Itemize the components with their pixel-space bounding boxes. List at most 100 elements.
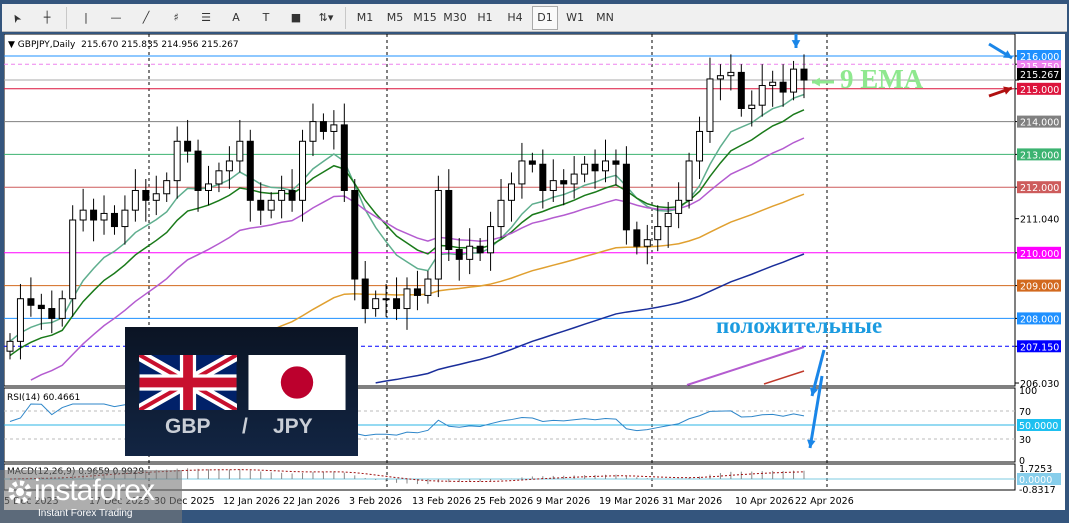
candle	[466, 228, 474, 275]
fibo-levels-icon[interactable]: ☰	[193, 6, 219, 30]
blue-down-arrow-icon-head	[791, 40, 801, 48]
timeframe-m15[interactable]: M15	[412, 6, 438, 30]
timeframe-mn[interactable]: MN	[592, 6, 618, 30]
candle	[675, 182, 683, 229]
candle	[246, 129, 254, 222]
candle	[309, 103, 317, 157]
collapse-triangle-icon[interactable]: ▼	[8, 40, 15, 50]
candle	[173, 126, 181, 199]
price-axis-label: 208.000	[1020, 314, 1059, 325]
candle	[528, 152, 536, 173]
candle-body	[163, 180, 171, 195]
candle	[758, 64, 766, 117]
rsi-axis-label: 50.0000	[1019, 421, 1058, 432]
vertical-line-icon[interactable]: |	[73, 6, 99, 30]
timeframe-h1[interactable]: H1	[472, 6, 498, 30]
candle-body	[393, 298, 401, 310]
date-axis-label: 22 Apr 2026	[795, 496, 854, 507]
fibonacci-icon[interactable]: ♯	[163, 6, 189, 30]
candle-body	[330, 124, 338, 132]
candle-body	[706, 78, 714, 132]
candle-body	[602, 160, 609, 172]
gbpjpy-flags-banner: GBP / JPY	[125, 327, 358, 456]
open-value: 215.670	[81, 40, 119, 50]
candle	[685, 152, 693, 209]
candle	[267, 192, 275, 219]
date-axis-label: 10 Apr 2026	[735, 496, 794, 507]
candle	[633, 221, 641, 255]
candle	[393, 277, 401, 321]
candle-body	[58, 298, 66, 319]
candle-body	[267, 199, 275, 211]
candle-body	[278, 189, 286, 201]
timeframe-m30[interactable]: M30	[442, 6, 468, 30]
candle	[654, 205, 662, 252]
date-axis-label: 19 Mar 2026	[599, 496, 659, 507]
candle	[570, 156, 578, 199]
crosshair-icon[interactable]: ┼	[34, 6, 60, 30]
cursor-icon[interactable]: ➤	[0, 0, 34, 35]
timeframe-d1[interactable]: D1	[532, 5, 558, 30]
candle-body	[69, 219, 77, 300]
candle	[299, 129, 307, 222]
candle-body	[434, 189, 442, 280]
macd-axis-label: -0.8317	[1019, 485, 1056, 496]
candle	[413, 270, 421, 311]
rsi-title: RSI(14) 60.4661	[7, 393, 80, 403]
candle-body	[497, 199, 505, 228]
candle-body	[591, 163, 599, 172]
chart-header: ▼ GBPJPY,Daily 215.670 215.835 214.956 2…	[8, 40, 239, 50]
candle	[194, 139, 202, 212]
candle	[257, 182, 265, 225]
candle	[361, 261, 369, 324]
candle	[716, 64, 724, 101]
candle-body	[257, 199, 265, 211]
candle-body	[246, 140, 254, 201]
drawn-violet-line	[686, 346, 805, 386]
candle	[622, 146, 630, 245]
candle	[581, 156, 589, 183]
rsi-down-arrow2-icon	[808, 375, 824, 449]
drawn-red-line	[763, 370, 805, 385]
candle-body	[205, 183, 212, 191]
candle-body	[424, 278, 432, 296]
candle	[779, 64, 787, 107]
candle-body	[403, 288, 411, 310]
candle	[330, 110, 338, 150]
candle-body	[16, 298, 24, 342]
candle-body	[110, 212, 118, 228]
candle	[445, 169, 453, 261]
candle	[800, 54, 808, 99]
candle	[549, 159, 557, 202]
horizontal-line-icon[interactable]: —	[103, 6, 129, 30]
candle-body	[413, 288, 421, 296]
candle-body	[758, 85, 766, 106]
candle	[16, 283, 24, 360]
ema-pointer-arrow-icon-head	[812, 77, 820, 87]
logo-brand: instaforex	[34, 474, 155, 507]
timeframe-w1[interactable]: W1	[562, 6, 588, 30]
candle	[288, 169, 296, 212]
candle-body	[539, 163, 547, 191]
candle-body	[622, 163, 630, 231]
candle-body	[184, 140, 192, 152]
rectangle-icon[interactable]: ■	[283, 6, 309, 30]
timeframe-m1[interactable]: M1	[352, 6, 378, 30]
price-axis-label: 212.000	[1020, 183, 1059, 194]
candle	[706, 57, 714, 143]
timeframe-h4[interactable]: H4	[502, 6, 528, 30]
text-icon[interactable]: A	[223, 6, 249, 30]
candle	[434, 175, 442, 298]
trendline-icon[interactable]: ╱	[133, 6, 159, 30]
candle-body	[800, 68, 808, 81]
text-label-icon[interactable]: T	[253, 6, 279, 30]
candles	[6, 54, 808, 360]
arrows-icon[interactable]: ⇅▾	[313, 6, 339, 30]
candle-body	[27, 298, 35, 306]
candle	[142, 179, 150, 222]
date-axis-label: 31 Mar 2026	[662, 496, 722, 507]
timeframe-m5[interactable]: M5	[382, 6, 408, 30]
candle	[110, 205, 118, 235]
candle-body	[142, 189, 150, 201]
candle-body	[215, 170, 223, 185]
